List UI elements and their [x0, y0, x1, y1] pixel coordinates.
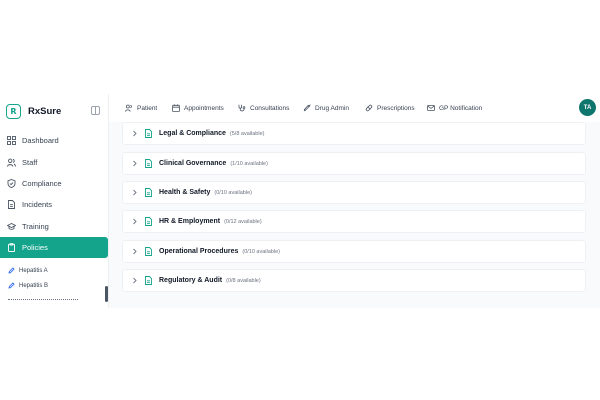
tab-consultations[interactable]: Consultations [238, 103, 289, 113]
sidebar-item-label: Staff [22, 157, 38, 167]
clipboard-icon [7, 243, 16, 253]
document-icon [145, 247, 152, 256]
sidebar-scrollbar[interactable] [105, 286, 108, 302]
tab-appointments[interactable]: Appointments [172, 103, 224, 113]
mail-icon [427, 104, 435, 112]
document-icon [145, 129, 152, 138]
policy-category-title: Regulatory & Audit [159, 277, 223, 284]
chevron-right-icon[interactable] [131, 189, 138, 196]
sidebar-item-training[interactable]: Training [0, 216, 108, 237]
sidebar-item-incidents[interactable]: Incidents [0, 194, 108, 215]
pen-icon [8, 267, 15, 274]
tab-label: Drug Admin [315, 104, 349, 112]
tab-label: Appointments [184, 104, 224, 112]
tab-label: Consultations [250, 104, 290, 112]
policy-category-title: Health & Safety [159, 189, 211, 196]
clipped-sub-item [8, 299, 78, 301]
policy-category-row[interactable]: Operational Procedures (0/10 available) [122, 240, 586, 263]
policy-category-row[interactable]: Health & Safety (0/10 available) [122, 181, 586, 204]
policy-availability: (0/10 available) [242, 248, 280, 255]
rxsure-logo-icon: R [6, 103, 21, 119]
sidebar-item-compliance[interactable]: Compliance [0, 173, 108, 194]
app-window: R RxSure Dashboard Staff Compliance Inci… [0, 94, 600, 308]
policy-availability: (1/10 available) [230, 160, 268, 167]
sub-item-hepatitis-a[interactable]: Hepatitis A [0, 263, 100, 278]
tab-prescriptions[interactable]: Prescriptions [365, 103, 415, 113]
sidebar-item-label: Incidents [22, 200, 53, 210]
policy-availability: (0/10 available) [214, 189, 252, 196]
sidebar-nav: Dashboard Staff Compliance Incidents Tra… [0, 130, 108, 259]
chevron-right-icon[interactable] [131, 248, 138, 255]
sidebar: R RxSure Dashboard Staff Compliance Inci… [0, 94, 109, 308]
sidebar-item-dashboard[interactable]: Dashboard [0, 130, 108, 151]
chevron-right-icon[interactable] [131, 277, 138, 284]
chevron-right-icon[interactable] [131, 130, 138, 137]
policies-sub-list: Hepatitis A Hepatitis B [0, 263, 100, 293]
sidebar-toggle-icon[interactable] [91, 106, 100, 115]
pen-icon [8, 282, 15, 289]
sidebar-item-label: Policies [22, 243, 48, 253]
policy-availability: (0/8 available) [226, 277, 261, 284]
sidebar-item-label: Training [22, 221, 49, 231]
grid-icon [7, 136, 16, 146]
document-icon [145, 276, 152, 285]
policy-availability: (0/12 available) [224, 218, 262, 225]
policy-category-title: HR & Employment [159, 218, 221, 225]
policy-category-row[interactable]: Regulatory & Audit (0/8 available) [122, 269, 586, 292]
document-icon [7, 200, 16, 210]
tab-gp-notification[interactable]: GP Notification [427, 103, 482, 113]
pill-icon [365, 104, 373, 112]
chevron-right-icon[interactable] [131, 218, 138, 225]
chevron-right-icon[interactable] [131, 160, 138, 167]
document-icon [145, 159, 152, 168]
document-icon [145, 188, 152, 197]
syringe-icon [303, 104, 311, 112]
tab-label: GP Notification [439, 104, 483, 112]
policy-category-title: Operational Procedures [159, 248, 239, 255]
policy-availability: (5/8 available) [229, 130, 265, 137]
sidebar-item-policies[interactable]: Policies [0, 236, 108, 259]
tab-label: Patient [137, 104, 158, 112]
shield-icon [7, 178, 16, 188]
document-icon [145, 217, 152, 226]
sidebar-item-staff[interactable]: Staff [0, 151, 108, 172]
top-nav: Patient Appointments Consultations Drug … [109, 94, 600, 122]
calendar-icon [172, 104, 180, 112]
tab-drug-admin[interactable]: Drug Admin [303, 103, 349, 113]
stethoscope-icon [238, 104, 246, 112]
brand-name: RxSure [28, 105, 62, 117]
policies-list: Legal & Compliance (5/8 available) Clini… [109, 122, 600, 308]
policy-category-title: Legal & Compliance [159, 130, 226, 137]
sub-item-hepatitis-b[interactable]: Hepatitis B [0, 278, 100, 293]
policy-category-row[interactable]: HR & Employment (0/12 available) [122, 210, 586, 233]
sub-item-label: Hepatitis A [19, 267, 48, 274]
users-icon [125, 104, 133, 112]
sidebar-item-label: Compliance [22, 178, 62, 188]
policy-category-row[interactable]: Clinical Governance (1/10 available) [122, 152, 586, 175]
graduation-cap-icon [7, 222, 16, 231]
policy-category-title: Clinical Governance [159, 160, 227, 167]
policy-category-row[interactable]: Legal & Compliance (5/8 available) [122, 122, 586, 145]
users-icon [7, 158, 16, 167]
user-avatar[interactable]: TA [579, 99, 596, 116]
tab-patient[interactable]: Patient [125, 103, 157, 113]
tab-label: Prescriptions [377, 104, 415, 112]
sidebar-item-label: Dashboard [22, 136, 59, 146]
sub-item-label: Hepatitis B [19, 282, 49, 289]
